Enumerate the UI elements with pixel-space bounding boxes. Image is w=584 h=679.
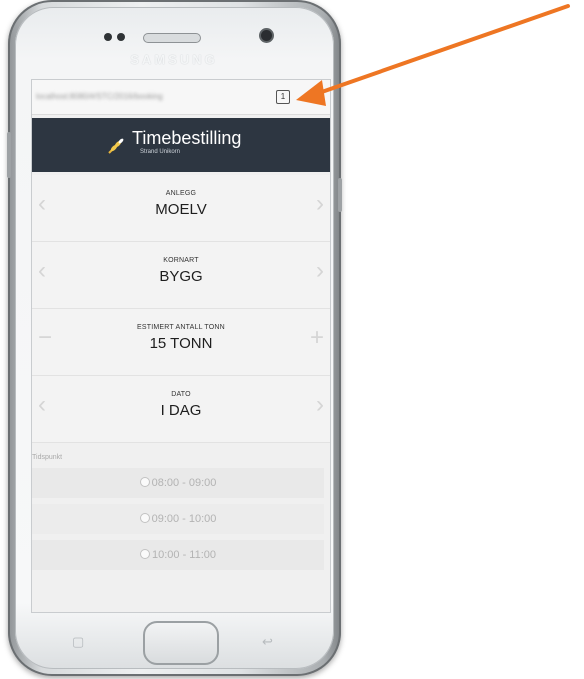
selector-dato: ‹ DATO I DAG › [32,376,330,443]
plus-icon[interactable]: + [310,326,324,350]
tabs-icon[interactable]: 1 [276,90,290,104]
radio-icon[interactable] [139,513,150,523]
timeslot-text: 08:00 - 09:00 [151,477,217,489]
phone-screen: localhost:8080/#/STC/2016/booking 1 Time… [32,80,330,612]
app-header: Timebestilling Strand Unikorn [32,118,330,172]
timeslot-option[interactable]: 10:00 - 11:00 [32,540,324,570]
front-camera [261,30,272,41]
wheat-logo-icon [108,138,124,154]
selector-label: KORNART [163,257,199,264]
volume-button [7,132,11,178]
proximity-sensor [104,33,112,41]
selector-label: ANLEGG [165,190,197,197]
recent-apps-key[interactable]: ▢ [72,634,84,650]
selector-value: MOELV [155,201,207,218]
selector-label: DATO [171,391,191,398]
earpiece-speaker [143,33,201,43]
selector-tonn: − ESTIMERT ANTALL TONN 15 TONN + [32,309,330,376]
selector-label: ESTIMERT ANTALL TONN [137,324,225,331]
selector-kornart: ‹ KORNART BYGG › [32,242,330,309]
url-text[interactable]: localhost:8080/#/STC/2016/booking [36,92,256,102]
phone-frame: SAMSUNG ▢ ↩ localhost:8080/#/STC/2016/bo… [7,0,342,676]
device-brand: SAMSUNG [130,52,218,67]
home-button[interactable] [143,621,219,665]
selector-anlegg: ‹ ANLEGG MOELV › [32,175,330,242]
timeslot-option[interactable]: 08:00 - 09:00 [32,468,324,498]
timeslot-label: Tidspunkt [32,454,63,461]
power-button [338,178,342,212]
selector-value: 15 TONN [149,335,213,352]
back-key[interactable]: ↩ [262,634,273,650]
browser-address-bar[interactable]: localhost:8080/#/STC/2016/booking 1 [32,80,330,115]
timeslot-option[interactable]: 09:00 - 10:00 [32,504,324,534]
radio-icon[interactable] [139,549,150,559]
app-title: Timebestilling [132,128,242,148]
selector-value: I DAG [160,402,202,419]
radio-icon[interactable] [139,477,150,487]
app-subtitle: Strand Unikorn [140,149,181,155]
chevron-right-icon[interactable]: › [316,393,324,417]
timeslot-text: 10:00 - 11:00 [151,549,216,561]
timeslot-text: 09:00 - 10:00 [151,513,217,525]
selector-value: BYGG [159,268,203,285]
chevron-right-icon[interactable]: › [316,192,324,216]
light-sensor [117,33,125,41]
chevron-right-icon[interactable]: › [316,259,324,283]
